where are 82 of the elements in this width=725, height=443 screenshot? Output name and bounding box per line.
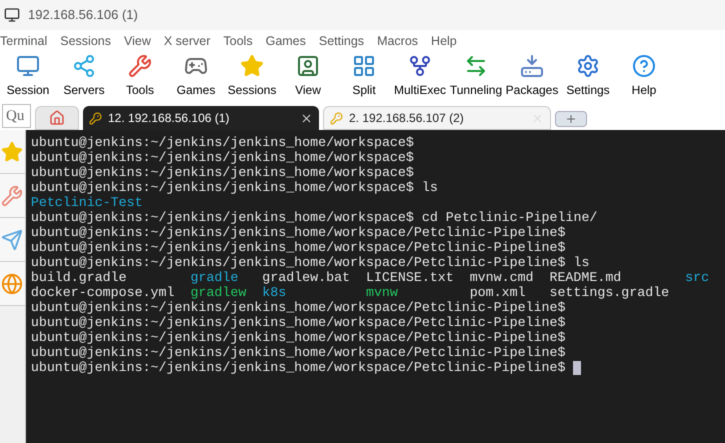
- star-icon: [1, 140, 24, 162]
- terminal-line: ubuntu@jenkins:~/jenkins/jenkins_home/workspace/Petclinic-Pipeline$: [30, 225, 566, 240]
- terminal-line: ubuntu@jenkins:~/jenkins/jenkins_home/workspace/Petclinic-Pipeline$: [30, 330, 566, 345]
- paper-plane-icon: [1, 228, 24, 250]
- file-name: settings.gradle: [549, 285, 670, 300]
- sidebar-button[interactable]: [0, 218, 25, 262]
- new-tab-button[interactable]: [555, 111, 587, 127]
- wrench-icon: [1, 184, 24, 206]
- terminal-line: ubuntu@jenkins:~/jenkins/jenkins_home/workspace/Petclinic-Pipeline$: [30, 300, 566, 315]
- toolbar-button[interactable]: Packages: [504, 54, 560, 99]
- app-logo-icon: [4, 7, 20, 23]
- terminal-line: ubuntu@jenkins:~/jenkins/jenkins_home/workspace$: [30, 165, 414, 180]
- network-icon: [72, 54, 96, 78]
- fork-icon: [408, 54, 432, 78]
- monitor-icon: [16, 54, 40, 78]
- terminal-line: ubuntu@jenkins:~/jenkins/jenkins_home/workspace$ cd Petclinic-Pipeline/: [30, 210, 598, 225]
- menu-item[interactable]: Macros: [377, 32, 418, 50]
- file-name: LICENSE.txt: [366, 270, 454, 285]
- file-name: build.gradle: [30, 270, 127, 285]
- menu-item[interactable]: Games: [266, 32, 306, 50]
- toolbar-button[interactable]: Help: [616, 54, 672, 99]
- window-title: 192.168.56.106 (1): [28, 6, 138, 24]
- terminal-line: ubuntu@jenkins:~/jenkins/jenkins_home/workspace/Petclinic-Pipeline$: [30, 240, 566, 255]
- file-name: mvnw.cmd: [470, 270, 534, 285]
- sidebar-button[interactable]: [0, 130, 25, 174]
- menu-item[interactable]: Help: [431, 32, 457, 50]
- settings-icon: [576, 54, 600, 78]
- terminal-line: ubuntu@jenkins:~/jenkins/jenkins_home/workspace/Petclinic-Pipeline$: [30, 360, 566, 375]
- toolbar-button[interactable]: Sessions: [224, 54, 280, 99]
- file-name: gradlew: [190, 285, 246, 300]
- sidebar-button[interactable]: [0, 262, 25, 306]
- file-name: README.md: [549, 270, 622, 285]
- toolbar-button[interactable]: Servers: [56, 54, 112, 99]
- home-tab[interactable]: [35, 106, 79, 130]
- key-icon: [89, 112, 102, 124]
- plus-icon: [565, 113, 577, 125]
- toolbar-button[interactable]: Settings: [560, 54, 616, 99]
- file-name: gradlew.bat: [262, 270, 350, 285]
- terminal-line: ubuntu@jenkins:~/jenkins/jenkins_home/workspace/Petclinic-Pipeline$: [30, 315, 566, 330]
- file-name: docker-compose.yml: [30, 285, 174, 300]
- terminal-line: ubuntu@jenkins:~/jenkins/jenkins_home/workspace$: [30, 150, 414, 165]
- file-name: mvnw: [366, 285, 398, 300]
- toolbar-button[interactable]: MultiExec: [392, 54, 448, 99]
- split-window-icon: [352, 54, 376, 78]
- terminal-line: ubuntu@jenkins:~/jenkins/jenkins_home/workspace$ ls: [30, 180, 438, 195]
- quick-connect-field[interactable]: Qu: [2, 104, 31, 128]
- wrench-icon: [128, 54, 152, 78]
- menu-item[interactable]: Sessions: [60, 32, 111, 50]
- key-icon: [330, 112, 343, 124]
- tunnel-icon: [464, 54, 488, 78]
- toolbar-button[interactable]: Games: [168, 54, 224, 99]
- toolbar-button[interactable]: Tools: [112, 54, 168, 99]
- session-tab[interactable]: 2. 192.168.56.107 (2): [323, 106, 551, 130]
- close-icon[interactable]: [300, 112, 313, 124]
- terminal-line: ubuntu@jenkins:~/jenkins/jenkins_home/workspace/Petclinic-Pipeline$ ls: [30, 255, 590, 270]
- tab-label: 2. 192.168.56.107 (2): [349, 110, 465, 127]
- toolbar-button[interactable]: Split: [336, 54, 392, 99]
- menu-item[interactable]: Terminal: [0, 32, 48, 50]
- menu-item[interactable]: Settings: [318, 32, 364, 50]
- terminal-line: ubuntu@jenkins:~/jenkins/jenkins_home/workspace$: [30, 135, 414, 150]
- file-name: src: [685, 270, 710, 285]
- monitor-user-icon: [296, 54, 320, 78]
- toolbar-button[interactable]: View: [280, 54, 336, 99]
- menu-item[interactable]: Tools: [223, 32, 253, 50]
- globe-icon: [1, 272, 24, 294]
- sidebar-button[interactable]: [0, 174, 25, 218]
- file-name: gradle: [190, 270, 238, 285]
- file-name: pom.xml: [470, 285, 526, 300]
- menu-item[interactable]: View: [124, 32, 151, 50]
- file-name: k8s: [262, 285, 286, 300]
- package-icon: [520, 54, 544, 78]
- help-icon: [632, 54, 656, 78]
- file-name: Petclinic-Test: [30, 195, 143, 210]
- menu-item[interactable]: X server: [164, 32, 210, 50]
- home-icon: [49, 110, 65, 126]
- star-icon: [240, 54, 264, 78]
- session-tab[interactable]: 12. 192.168.56.106 (1): [83, 106, 319, 130]
- toolbar-button[interactable]: Tunneling: [448, 54, 504, 99]
- terminal[interactable]: [26, 130, 725, 443]
- terminal-line: ubuntu@jenkins:~/jenkins/jenkins_home/workspace/Petclinic-Pipeline$: [30, 345, 566, 360]
- toolbar-button[interactable]: Session: [0, 54, 56, 99]
- tab-label: 12. 192.168.56.106 (1): [108, 110, 230, 127]
